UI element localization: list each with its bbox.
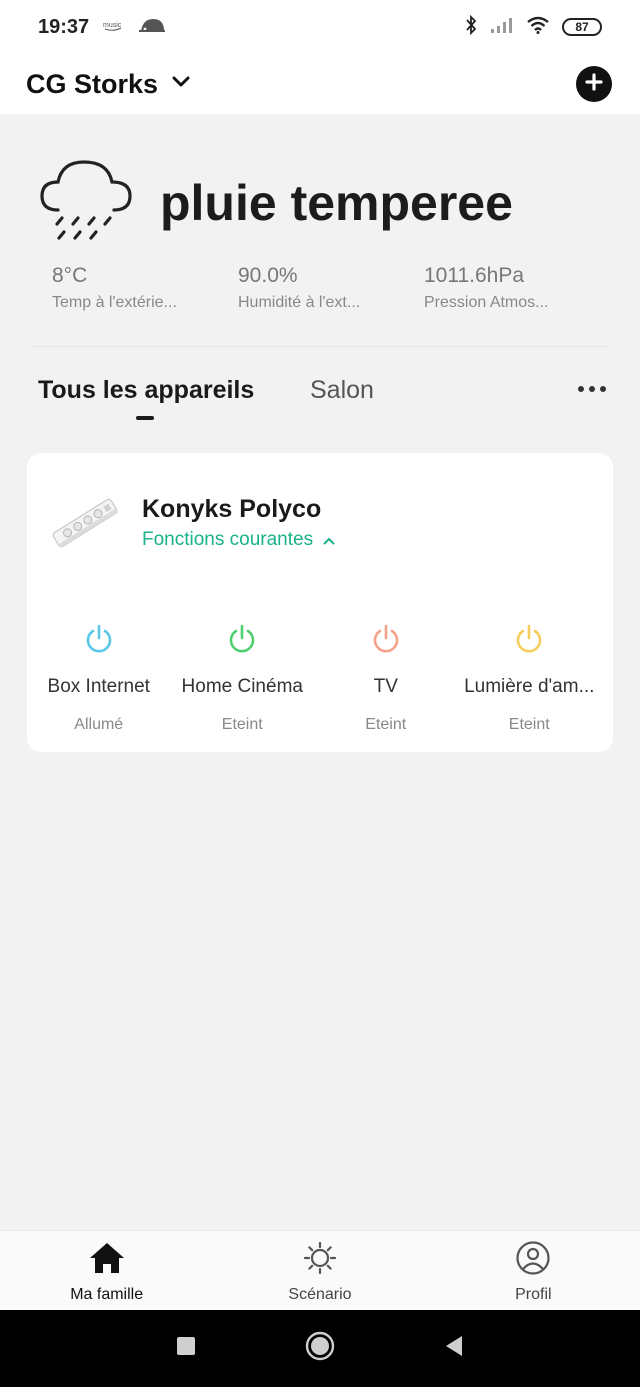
status-time: 19:37 <box>38 15 90 38</box>
battery-icon: 87 <box>562 18 602 36</box>
home-icon <box>88 1241 126 1280</box>
switch-ambient-light[interactable]: Lumière d'am... Eteint <box>458 623 602 734</box>
power-strip-icon <box>47 483 123 563</box>
back-button[interactable] <box>387 1335 521 1362</box>
svg-text:music: music <box>103 22 122 29</box>
nav-label: Profil <box>515 1286 552 1303</box>
weather-condition: pluie temperee <box>160 175 513 231</box>
hedgehog-icon <box>137 15 167 40</box>
power-icon <box>227 623 257 660</box>
power-icon <box>371 623 401 660</box>
stat-label: Humidité à l'ext... <box>238 294 361 311</box>
device-name: Konyks Polyco <box>142 495 322 523</box>
recent-apps-button[interactable] <box>119 1336 253 1361</box>
switch-state: Eteint <box>508 716 550 733</box>
switch-name: Lumière d'am... <box>464 676 595 697</box>
amazon-music-icon: music <box>103 18 123 36</box>
status-bar: 19:37 music 87 <box>0 0 640 54</box>
tab-salon[interactable]: Salon <box>310 376 374 405</box>
switch-tv[interactable]: TV Eteint <box>314 623 458 734</box>
nav-label: Scénario <box>288 1286 352 1303</box>
divider <box>30 346 610 347</box>
stat-label: Pression Atmos... <box>424 294 549 311</box>
switch-name: TV <box>373 676 398 697</box>
weather-stats: 8°C Temp à l'extérie... 90.0% Humidité à… <box>52 264 612 312</box>
wifi-icon <box>526 16 550 39</box>
signal-icon <box>490 16 514 39</box>
header: CG Storks <box>0 54 640 114</box>
nav-scenario[interactable]: Scénario <box>213 1231 426 1310</box>
switch-state: Eteint <box>221 716 263 733</box>
switch-list: Box Internet Allumé Home Cinéma Eteint T… <box>27 623 613 734</box>
room-tabs: Tous les appareils Salon <box>0 360 640 430</box>
home-button[interactable] <box>253 1331 387 1366</box>
nav-ma-famille[interactable]: Ma famille <box>0 1231 213 1310</box>
common-functions-label: Fonctions courantes <box>142 529 314 550</box>
user-circle-icon <box>514 1241 552 1280</box>
more-horizontal-icon[interactable] <box>574 382 610 396</box>
home-selector[interactable]: CG Storks <box>26 69 190 100</box>
home-name: CG Storks <box>26 68 159 99</box>
chevron-up-icon <box>323 529 335 551</box>
rain-cloud-icon <box>38 154 134 251</box>
weather-panel[interactable]: pluie temperee 8°C Temp à l'extérie... 9… <box>0 114 640 348</box>
stat-label: Temp à l'extérie... <box>52 294 177 311</box>
switch-home-cinema[interactable]: Home Cinéma Eteint <box>171 623 315 734</box>
stat-temperature: 8°C Temp à l'extérie... <box>52 264 238 312</box>
stat-value: 8°C <box>52 264 88 287</box>
stat-humidity: 90.0% Humidité à l'ext... <box>238 264 424 312</box>
circle-icon <box>305 1331 335 1366</box>
triangle-back-icon <box>444 1335 464 1362</box>
switch-state: Eteint <box>365 716 407 733</box>
power-icon <box>514 623 544 660</box>
switch-state: Allumé <box>74 716 124 733</box>
stat-pressure: 1011.6hPa Pression Atmos... <box>424 264 610 312</box>
nav-profil[interactable]: Profil <box>427 1231 640 1310</box>
nav-label: Ma famille <box>70 1286 144 1303</box>
sun-icon <box>301 1241 339 1280</box>
power-icon <box>84 623 114 660</box>
switch-name: Home Cinéma <box>181 676 303 697</box>
switch-name: Box Internet <box>47 676 150 697</box>
chevron-down-icon <box>172 75 190 93</box>
bottom-nav: Ma famille Scénario Profil <box>0 1230 640 1310</box>
stat-value: 90.0% <box>238 264 298 287</box>
square-icon <box>176 1336 196 1361</box>
device-card[interactable]: Konyks Polyco Fonctions courantes Box In… <box>27 453 613 752</box>
stat-value: 1011.6hPa <box>424 264 525 287</box>
bluetooth-icon <box>464 14 478 40</box>
common-functions-toggle[interactable]: Fonctions courantes <box>142 529 335 551</box>
add-button[interactable] <box>576 66 612 102</box>
tab-all-devices[interactable]: Tous les appareils <box>38 376 254 405</box>
switch-box-internet[interactable]: Box Internet Allumé <box>27 623 171 734</box>
tab-indicator <box>136 416 154 420</box>
system-nav-bar <box>0 1310 640 1387</box>
plus-circle-icon <box>584 72 604 97</box>
